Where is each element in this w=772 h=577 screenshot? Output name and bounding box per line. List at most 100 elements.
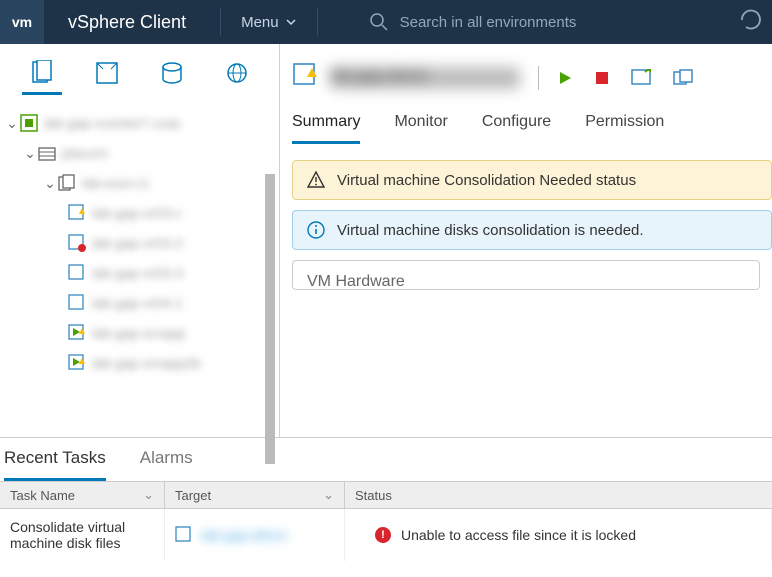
vms-icon xyxy=(95,61,119,85)
chevron-down-icon: ⌄ xyxy=(143,487,154,503)
vm-icon xyxy=(68,264,86,282)
col-label: Task Name xyxy=(10,488,75,503)
search-icon xyxy=(368,11,390,33)
migrate-icon[interactable] xyxy=(673,69,693,87)
chevron-down-icon: ⌄ xyxy=(24,145,36,162)
bottom-tabs: Recent Tasks Alarms xyxy=(0,438,772,481)
content-header: lab-gap-direct xyxy=(280,44,772,99)
tab-configure[interactable]: Configure xyxy=(482,113,551,144)
separator xyxy=(317,8,318,36)
logo-icon: vm xyxy=(0,0,44,44)
vm-running-warn-icon xyxy=(68,324,86,342)
table-header: Task Name ⌄ Target ⌄ Status xyxy=(0,481,772,509)
play-icon[interactable] xyxy=(557,70,573,86)
panel-title: VM Hardware xyxy=(307,273,405,290)
tree-vm[interactable]: lab-gap-vr03-c xyxy=(6,198,279,228)
warning-icon xyxy=(307,171,325,189)
chevron-down-icon: ⌄ xyxy=(44,175,56,192)
tree-label: placorn xyxy=(62,145,108,161)
menu-dropdown[interactable]: Menu xyxy=(231,14,307,31)
vm-running-warn-icon xyxy=(68,354,86,372)
network-icon xyxy=(225,61,249,85)
cell-task-name: Consolidate virtual machine disk files xyxy=(0,509,165,561)
alerts: Virtual machine Consolidation Needed sta… xyxy=(280,144,772,250)
topbar: vm vSphere Client Menu xyxy=(0,0,772,44)
col-label: Target xyxy=(175,488,211,503)
tree-label: lab-gap-vr03-2 xyxy=(92,235,183,251)
tree-datacenter[interactable]: ⌄ placorn xyxy=(6,138,279,168)
alert-warning: Virtual machine Consolidation Needed sta… xyxy=(292,160,772,200)
status-text: Unable to access file since it is locked xyxy=(401,527,636,543)
vm-warn-icon xyxy=(292,62,318,93)
alert-info: Virtual machine disks consolidation is n… xyxy=(292,210,772,250)
bottom-panel: Recent Tasks Alarms Task Name ⌄ Target ⌄… xyxy=(0,437,772,561)
vm-icon xyxy=(68,294,86,312)
tree-vm[interactable]: lab-gap-srvapp2b xyxy=(6,348,279,378)
alert-text: Virtual machine disks consolidation is n… xyxy=(337,222,644,239)
separator xyxy=(220,8,221,36)
vm-warn-icon xyxy=(68,204,86,222)
refresh-wrap xyxy=(738,7,772,38)
action-bar xyxy=(557,69,693,87)
tree-cluster[interactable]: ⌄ lab-esxi-c1 xyxy=(6,168,279,198)
chevron-down-icon: ⌄ xyxy=(6,115,18,132)
menu-label: Menu xyxy=(241,14,279,31)
tab-hosts-clusters[interactable] xyxy=(22,53,62,95)
table-row[interactable]: Consolidate virtual machine disk files l… xyxy=(0,509,772,561)
cell-target: lab-gap-direct xyxy=(165,509,345,561)
tab-alarms[interactable]: Alarms xyxy=(140,448,193,481)
tab-storage[interactable] xyxy=(152,53,192,95)
separator xyxy=(538,66,539,90)
tree-vm[interactable]: lab-gap-vr04-1 xyxy=(6,288,279,318)
cluster-icon xyxy=(58,174,76,192)
tab-monitor[interactable]: Monitor xyxy=(394,113,447,144)
vcenter-icon xyxy=(20,114,38,132)
datacenter-icon xyxy=(38,144,56,162)
col-task-name[interactable]: Task Name ⌄ xyxy=(0,482,165,508)
tree-label: lab-gap-srvapp xyxy=(92,325,185,341)
sidebar: ⌄ lab-gap-vcenter7.corp ⌄ placorn ⌄ lab-… xyxy=(0,44,280,437)
hosts-icon xyxy=(31,60,53,86)
tab-vms-templates[interactable] xyxy=(87,53,127,95)
col-status[interactable]: Status xyxy=(345,482,772,508)
tab-recent-tasks[interactable]: Recent Tasks xyxy=(4,448,106,481)
tab-summary[interactable]: Summary xyxy=(292,113,360,144)
chevron-down-icon xyxy=(285,16,297,28)
content: lab-gap-direct Summary Monitor Configure… xyxy=(280,44,772,437)
search-wrap xyxy=(368,11,610,33)
vm-icon xyxy=(175,526,193,544)
col-target[interactable]: Target ⌄ xyxy=(165,482,345,508)
chevron-down-icon: ⌄ xyxy=(323,487,334,503)
tree-vcenter[interactable]: ⌄ lab-gap-vcenter7.corp xyxy=(6,108,279,138)
col-label: Status xyxy=(355,488,392,503)
tree-label: lab-gap-srvapp2b xyxy=(92,355,201,371)
sidebar-tabs xyxy=(0,44,279,104)
alert-text: Virtual machine Consolidation Needed sta… xyxy=(337,172,636,189)
error-icon: ! xyxy=(375,527,391,543)
main: ⌄ lab-gap-vcenter7.corp ⌄ placorn ⌄ lab-… xyxy=(0,44,772,437)
cell-status: ! Unable to access file since it is lock… xyxy=(345,509,772,561)
tree-vm[interactable]: lab-gap-vr03-2 xyxy=(6,228,279,258)
tree-label: lab-gap-vr03-3 xyxy=(92,265,183,281)
tab-networking[interactable] xyxy=(217,53,257,95)
info-icon xyxy=(307,221,325,239)
tree-vm[interactable]: lab-gap-vr03-3 xyxy=(6,258,279,288)
inventory-tree: ⌄ lab-gap-vcenter7.corp ⌄ placorn ⌄ lab-… xyxy=(0,104,279,444)
tree-label: lab-gap-vcenter7.corp xyxy=(44,115,180,131)
search-input[interactable] xyxy=(400,14,610,31)
vm-hardware-panel: VM Hardware xyxy=(292,260,760,290)
tasks-table: Task Name ⌄ Target ⌄ Status Consolidate … xyxy=(0,481,772,561)
console-icon[interactable] xyxy=(631,69,651,87)
scrollbar-thumb[interactable] xyxy=(265,174,275,464)
refresh-icon[interactable] xyxy=(738,7,764,33)
tree-label: lab-gap-vr04-1 xyxy=(92,295,183,311)
tree-label: lab-gap-vr03-c xyxy=(92,205,182,221)
tab-permissions[interactable]: Permission xyxy=(585,113,664,144)
storage-icon xyxy=(160,61,184,85)
object-tabs: Summary Monitor Configure Permission xyxy=(280,113,772,144)
stop-icon[interactable] xyxy=(595,71,609,85)
app-title: vSphere Client xyxy=(44,12,210,33)
vm-title: lab-gap-direct xyxy=(330,67,520,89)
tree-vm[interactable]: lab-gap-srvapp xyxy=(6,318,279,348)
vm-alert-icon xyxy=(68,234,86,252)
